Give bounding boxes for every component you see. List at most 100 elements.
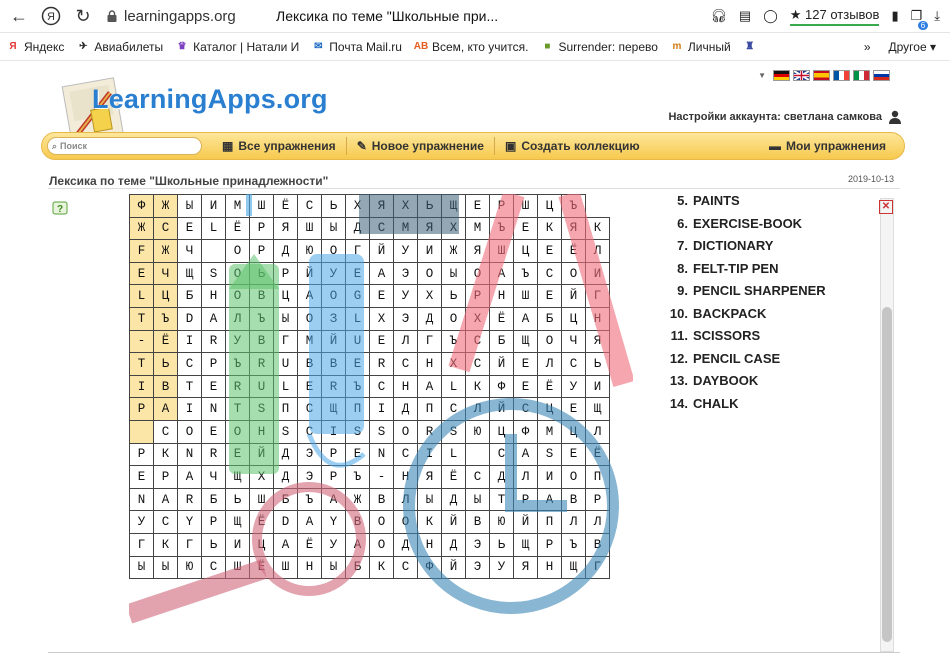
grid-cell[interactable]: Е [561,442,586,467]
grid-cell[interactable]: Н [249,419,274,444]
grid-cell[interactable]: П [345,397,370,421]
chevron-down-icon[interactable]: ▼ [758,71,766,80]
grid-cell[interactable]: Н [489,284,514,308]
grid-cell[interactable]: Р [129,442,154,467]
grid-cell[interactable]: Ь [153,352,178,376]
grid-cell[interactable]: Б [537,306,562,331]
grid-cell[interactable]: Е [129,261,154,286]
grid-cell[interactable]: Ы [465,487,490,512]
flag-es-icon[interactable] [813,70,830,81]
grid-cell[interactable]: М [393,216,418,241]
grid-cell[interactable]: Ъ [345,374,370,399]
grid-cell[interactable]: R [225,374,250,399]
grid-cell[interactable]: Ы [273,306,298,331]
grid-cell[interactable]: П [585,465,610,489]
grid-cell[interactable]: Е [345,352,370,376]
grid-cell[interactable]: Т [129,306,154,331]
grid-cell[interactable]: Н [201,284,226,308]
grid-cell[interactable]: Ё [249,555,274,580]
scrollbar[interactable] [880,198,894,652]
grid-cell[interactable]: Щ [177,261,202,286]
search-input[interactable]: ⌕ Поиск [47,137,202,155]
grid-cell[interactable]: С [393,555,418,580]
grid-cell[interactable]: R [249,352,274,376]
grid-cell[interactable]: Э [297,465,322,489]
back-icon[interactable]: ← [6,3,32,29]
grid-cell[interactable]: Ф [513,419,538,444]
grid-cell[interactable]: I [417,442,442,467]
grid-cell[interactable]: А [489,261,514,286]
grid-cell[interactable]: Х [249,465,274,489]
grid-cell[interactable]: П [273,397,298,421]
grid-cell[interactable]: Я [369,194,394,218]
grid-cell[interactable]: Ё [489,306,514,331]
grid-cell[interactable]: В [249,284,274,308]
grid-cell[interactable]: У [129,510,154,534]
grid-cell[interactable]: Ж [129,216,154,241]
collections-icon[interactable]: ❐ 6 [911,8,929,30]
grid-cell[interactable]: В [369,487,394,512]
grid-cell[interactable]: З [321,306,346,331]
grid-cell[interactable]: Д [273,465,298,489]
grid-cell[interactable]: L [129,284,154,308]
grid-cell[interactable]: Ы [321,216,346,241]
grid-cell[interactable]: S [273,419,298,444]
grid-cell[interactable]: Я [417,465,442,489]
grid-cell[interactable]: Н [585,306,610,331]
grid-cell[interactable]: Н [393,374,418,399]
grid-cell[interactable]: Х [393,194,418,218]
grid-cell[interactable]: Р [153,465,178,489]
grid-cell[interactable]: Ц [537,397,562,421]
grid-cell[interactable]: Х [417,284,442,308]
grid-cell[interactable]: Р [489,194,514,218]
grid-cell[interactable]: Ё [297,532,322,557]
grid-cell[interactable]: Y [321,510,346,534]
grid-cell[interactable]: L [441,374,466,399]
grid-cell[interactable]: Э [465,532,490,557]
grid-cell[interactable]: Ц [561,419,586,444]
grid-cell[interactable]: О [465,261,490,286]
grid-cell[interactable]: В [345,510,370,534]
bookmark-item[interactable]: Я Яндекс [6,40,64,54]
grid-cell[interactable]: Ё [153,329,178,354]
site-logo-text[interactable]: LearningApps.org [92,84,328,115]
flag-de-icon[interactable] [773,70,790,81]
bookmark-item[interactable]: m Личный [670,40,730,54]
grid-cell[interactable]: О [441,306,466,331]
close-icon[interactable]: ✕ [879,200,893,214]
grid-cell[interactable]: Й [489,397,514,421]
grid-cell[interactable]: Ф [417,555,442,580]
grid-cell[interactable]: А [201,306,226,331]
grid-cell[interactable]: С [297,397,322,421]
grid-cell[interactable]: G [345,284,370,308]
grid-cell[interactable]: S [441,419,466,444]
headphones-icon[interactable]: 🎧︎ [710,8,727,24]
grid-cell[interactable]: А [513,442,538,467]
grid-cell[interactable]: У [561,374,586,399]
grid-cell[interactable]: Щ [561,555,586,580]
grid-cell[interactable]: Ы [177,194,202,218]
grid-cell[interactable]: С [393,352,418,376]
grid-cell[interactable]: Л [537,352,562,376]
grid-cell[interactable]: Р [249,239,274,263]
grid-cell[interactable]: У [393,239,418,263]
grid-cell[interactable]: Ф [489,374,514,399]
grid-cell[interactable]: Е [465,194,490,218]
grid-cell[interactable]: Г [177,532,202,557]
grid-cell[interactable]: А [321,487,346,512]
grid-cell[interactable]: В [321,352,346,376]
grid-cell[interactable]: Х [441,216,466,241]
grid-cell[interactable]: Е [225,442,250,467]
grid-cell[interactable]: Г [585,284,610,308]
bookmark-item[interactable]: AB Всем, кто учится. [414,40,529,54]
address-bar[interactable]: learningapps.org [106,3,266,29]
grid-cell[interactable]: - [129,329,154,354]
grid-cell[interactable]: Щ [225,465,250,489]
grid-cell[interactable]: Ю [297,239,322,263]
grid-cell[interactable]: М [465,216,490,241]
grid-cell[interactable]: Й [441,555,466,580]
grid-cell[interactable]: У [321,532,346,557]
grid-cell[interactable]: R [417,419,442,444]
grid-cell[interactable]: К [153,532,178,557]
grid-cell[interactable]: Х [465,306,490,331]
